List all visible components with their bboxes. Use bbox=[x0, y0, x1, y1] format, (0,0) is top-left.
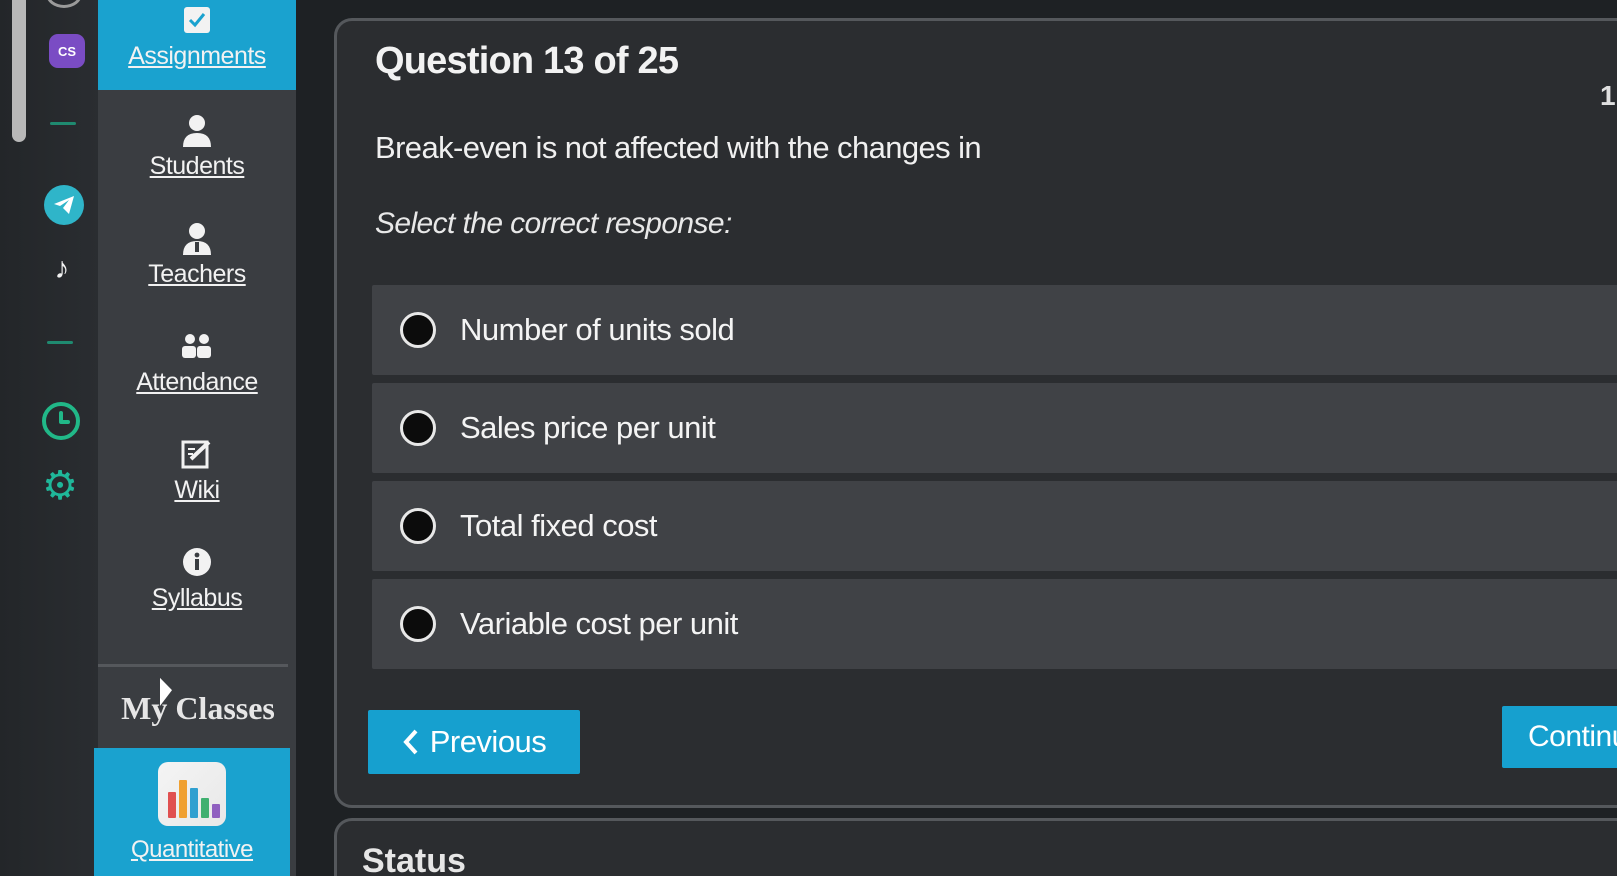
status-title: Status bbox=[362, 842, 466, 876]
previous-button-label: Previous bbox=[429, 724, 547, 759]
rail-separator bbox=[47, 341, 73, 344]
checkbox-icon bbox=[182, 2, 212, 38]
class-thumbnail-icon bbox=[158, 762, 226, 826]
clock-icon[interactable] bbox=[42, 402, 80, 440]
question-edge-number: 1 bbox=[1600, 80, 1616, 111]
answer-option-label: Variable cost per unit bbox=[460, 606, 738, 641]
question-header: Question 13 of 25 bbox=[375, 40, 679, 82]
app-rail: CS ♪ ⚙ bbox=[0, 0, 100, 876]
rail-scrollbar[interactable] bbox=[12, 0, 26, 142]
continue-button-label: Continu bbox=[1528, 720, 1617, 753]
people-icon bbox=[180, 328, 214, 364]
gear-icon[interactable]: ⚙ bbox=[40, 466, 80, 506]
course-nav: Assignments Students Teachers Attendance… bbox=[98, 0, 296, 876]
nav-item-label: Assignments bbox=[128, 41, 266, 70]
answer-option-label: Number of units sold bbox=[460, 312, 735, 347]
nav-item-wiki[interactable]: Wiki bbox=[98, 416, 296, 524]
answer-option-label: Sales price per unit bbox=[460, 410, 716, 445]
chevron-left-icon bbox=[402, 729, 418, 755]
continue-button[interactable]: Continu bbox=[1502, 706, 1617, 768]
my-classes-heading: My Classes bbox=[121, 690, 275, 726]
answer-option-3[interactable]: Total fixed cost bbox=[372, 481, 1617, 571]
rail-separator bbox=[50, 122, 76, 125]
class-card-label: Quantitative bbox=[130, 836, 254, 863]
nav-item-label: Students bbox=[149, 151, 245, 180]
nav-item-students[interactable]: Students bbox=[98, 92, 296, 200]
answer-option-label: Total fixed cost bbox=[460, 508, 658, 543]
nav-item-label: Wiki bbox=[174, 475, 220, 504]
radio-button[interactable] bbox=[400, 606, 436, 642]
rail-top-icon[interactable] bbox=[46, 0, 82, 8]
nav-item-label: Syllabus bbox=[151, 583, 243, 612]
nav-item-assignments[interactable]: Assignments bbox=[98, 0, 296, 90]
telegram-icon[interactable] bbox=[44, 185, 84, 225]
status-panel bbox=[334, 818, 1617, 876]
info-icon bbox=[181, 544, 213, 580]
nav-divider bbox=[98, 664, 288, 667]
nav-item-teachers[interactable]: Teachers bbox=[98, 200, 296, 308]
person-icon bbox=[181, 112, 213, 148]
answer-option-1[interactable]: Number of units sold bbox=[372, 285, 1617, 375]
nav-item-label: Teachers bbox=[148, 259, 246, 288]
radio-button[interactable] bbox=[400, 410, 436, 446]
nav-item-label: Attendance bbox=[136, 367, 258, 396]
teacher-icon bbox=[181, 220, 213, 256]
cs-app-icon[interactable]: CS bbox=[49, 34, 85, 68]
class-card-quantitative[interactable]: Quantitative bbox=[94, 748, 290, 876]
previous-button[interactable]: Previous bbox=[368, 710, 580, 774]
tiktok-icon[interactable]: ♪ bbox=[46, 252, 78, 286]
answer-option-4[interactable]: Variable cost per unit bbox=[372, 579, 1617, 669]
paper-plane-icon bbox=[54, 196, 74, 214]
nav-item-attendance[interactable]: Attendance bbox=[98, 308, 296, 416]
nav-item-syllabus[interactable]: Syllabus bbox=[98, 524, 296, 632]
radio-button[interactable] bbox=[400, 312, 436, 348]
radio-button[interactable] bbox=[400, 508, 436, 544]
question-instruction: Select the correct response: bbox=[375, 207, 732, 240]
answer-option-2[interactable]: Sales price per unit bbox=[372, 383, 1617, 473]
mouse-cursor-icon bbox=[160, 677, 172, 711]
edit-icon bbox=[181, 436, 213, 472]
question-text: Break-even is not affected with the chan… bbox=[375, 130, 982, 165]
